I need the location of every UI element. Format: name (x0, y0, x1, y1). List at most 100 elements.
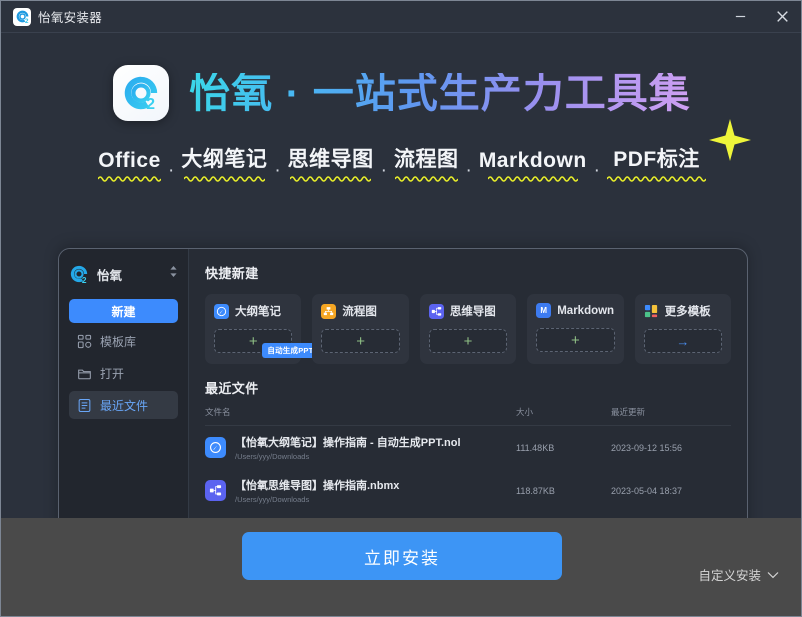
sidebar-item-open[interactable]: 打开 (69, 359, 178, 387)
file-size: 118.87KB (516, 486, 611, 496)
more-templates-icon (644, 304, 659, 319)
card-label: Markdown (557, 305, 614, 317)
hero-heading: 2 怡氧 · 一站式生产力工具集 (1, 33, 802, 121)
preview-sidebar: 2 怡氧 新建 (59, 249, 189, 557)
create-new-button[interactable]: + (321, 329, 399, 353)
chevron-down-icon (767, 568, 779, 582)
grid-icon (77, 334, 92, 349)
file-updated: 2023-09-12 15:56 (611, 443, 731, 453)
card-label: 思维导图 (450, 303, 496, 319)
column-header-name: 文件名 (205, 406, 516, 418)
o2-logo-icon: 2 (13, 8, 31, 26)
file-info: 【怡氧大纲笔记】操作指南 - 自动生成PPT.nol/Users/yyy/Dow… (235, 434, 516, 461)
o2-logo-icon: 2 (69, 264, 89, 284)
markdown-icon: M (536, 303, 551, 318)
o2-app-icon: 2 (113, 65, 169, 121)
svg-text:2: 2 (147, 96, 156, 113)
table-row[interactable]: 【怡氧思维导图】操作指南.nbmx/Users/yyy/Downloads118… (205, 469, 731, 512)
card-header: 大纲笔记 (214, 303, 292, 319)
file-info: 【怡氧思维导图】操作指南.nbmx/Users/yyy/Downloads (235, 477, 516, 504)
feature-label: Office (98, 149, 161, 173)
app-preview: 2 怡氧 新建 (58, 248, 748, 558)
feature-label: PDF标注 (613, 143, 700, 173)
quick-create-card[interactable]: M Markdown + (527, 294, 623, 364)
feature-item: PDF标注 (607, 143, 706, 183)
feature-item: Markdown (479, 149, 587, 183)
table-row[interactable]: 【怡氧大纲笔记】操作指南 - 自动生成PPT.nol/Users/yyy/Dow… (205, 426, 731, 469)
feature-separator: · (374, 161, 394, 183)
card-badge: 自动生成PPT (262, 343, 318, 358)
card-header: 更多模板 (644, 303, 722, 319)
mindmap-icon (429, 304, 444, 319)
feature-label: 思维导图 (288, 143, 374, 173)
create-new-button[interactable]: + (536, 328, 614, 352)
file-name: 【怡氧思维导图】操作指南.nbmx (235, 477, 516, 493)
table-header: 文件名 大小 最近更新 (205, 406, 731, 426)
custom-install-button[interactable]: 自定义安装 (698, 565, 779, 584)
document-icon (77, 398, 92, 413)
feature-underline (290, 175, 371, 183)
chevron-up-down-icon[interactable] (169, 265, 178, 283)
outline-note-icon (214, 304, 229, 319)
quick-create-card[interactable]: 思维导图 + (420, 294, 516, 364)
feature-list: Office·大纲笔记·思维导图·流程图·Markdown·PDF标注 (1, 143, 802, 183)
file-path: /Users/yyy/Downloads (235, 452, 516, 461)
feature-label: Markdown (479, 149, 587, 173)
workspace-name: 怡氧 (97, 265, 122, 284)
quick-create-heading: 快捷新建 (205, 263, 731, 282)
footer-bar: 立即安装 自定义安装 (1, 518, 802, 616)
feature-underline (488, 175, 578, 183)
sidebar-item-label: 模板库 (100, 333, 136, 350)
table-body: 【怡氧大纲笔记】操作指南 - 自动生成PPT.nol/Users/yyy/Dow… (205, 426, 731, 512)
folder-icon (77, 366, 92, 381)
feature-item: 思维导图 (288, 143, 374, 183)
install-button[interactable]: 立即安装 (242, 532, 562, 580)
sidebar-item-label: 最近文件 (100, 397, 148, 414)
column-header-size: 大小 (516, 406, 611, 418)
column-header-updated: 最近更新 (611, 406, 731, 418)
feature-underline (98, 175, 161, 183)
sidebar-item-recent[interactable]: 最近文件 (69, 391, 178, 419)
sidebar-item-templates[interactable]: 模板库 (69, 327, 178, 355)
quick-create-cards: 大纲笔记+自动生成PPT 流程图 + 思维导图 + M Markdown + 更多模板 → (205, 294, 731, 364)
browse-templates-button[interactable]: → (644, 329, 722, 353)
window-controls (719, 1, 802, 33)
page-title: 怡氧 · 一站式生产力工具集 (189, 73, 690, 114)
card-header: M Markdown (536, 303, 614, 318)
quick-create-card[interactable]: 流程图 + (312, 294, 408, 364)
file-path: /Users/yyy/Downloads (235, 495, 516, 504)
card-label: 流程图 (342, 303, 377, 319)
file-updated: 2023-05-04 18:37 (611, 486, 731, 496)
card-label: 更多模板 (665, 303, 711, 319)
recent-files-heading: 最近文件 (205, 378, 731, 397)
svg-text:2: 2 (25, 18, 29, 24)
card-header: 流程图 (321, 303, 399, 319)
title-bar: 2 怡氧安装器 (1, 1, 802, 33)
feature-label: 流程图 (394, 143, 459, 173)
close-icon[interactable] (761, 1, 802, 33)
quick-create-card[interactable]: 更多模板 → (635, 294, 731, 364)
feature-label: 大纲笔记 (181, 143, 267, 173)
installer-window: 2 怡氧安装器 (0, 0, 802, 617)
feature-separator: · (587, 161, 607, 183)
feature-item: 流程图 (394, 143, 459, 183)
feature-item: 大纲笔记 (181, 143, 267, 183)
feature-underline (607, 175, 706, 183)
workspace-switcher[interactable]: 2 怡氧 (69, 261, 178, 287)
feature-underline (184, 175, 265, 183)
hero-section: 2 怡氧 · 一站式生产力工具集 Office·大纲笔记·思维导图·流程图·Ma… (1, 33, 802, 520)
recent-files-table: 文件名 大小 最近更新 【怡氧大纲笔记】操作指南 - 自动生成PPT.nol/U… (205, 406, 731, 512)
quick-create-card[interactable]: 大纲笔记+自动生成PPT (205, 294, 301, 364)
sidebar-item-label: 打开 (100, 365, 124, 382)
outline-note-file-icon (205, 437, 226, 458)
new-document-button[interactable]: 新建 (69, 299, 178, 323)
card-header: 思维导图 (429, 303, 507, 319)
mindmap-file-icon (205, 480, 226, 501)
create-new-button[interactable]: + (429, 329, 507, 353)
card-label: 大纲笔记 (235, 303, 281, 319)
flowchart-icon (321, 304, 336, 319)
file-name: 【怡氧大纲笔记】操作指南 - 自动生成PPT.nol (235, 434, 516, 450)
preview-main: 快捷新建 大纲笔记+自动生成PPT 流程图 + 思维导图 + M Markdown + 更多模板… (189, 249, 747, 557)
sparkle-star-icon (707, 117, 753, 168)
minimize-icon[interactable] (719, 1, 761, 33)
